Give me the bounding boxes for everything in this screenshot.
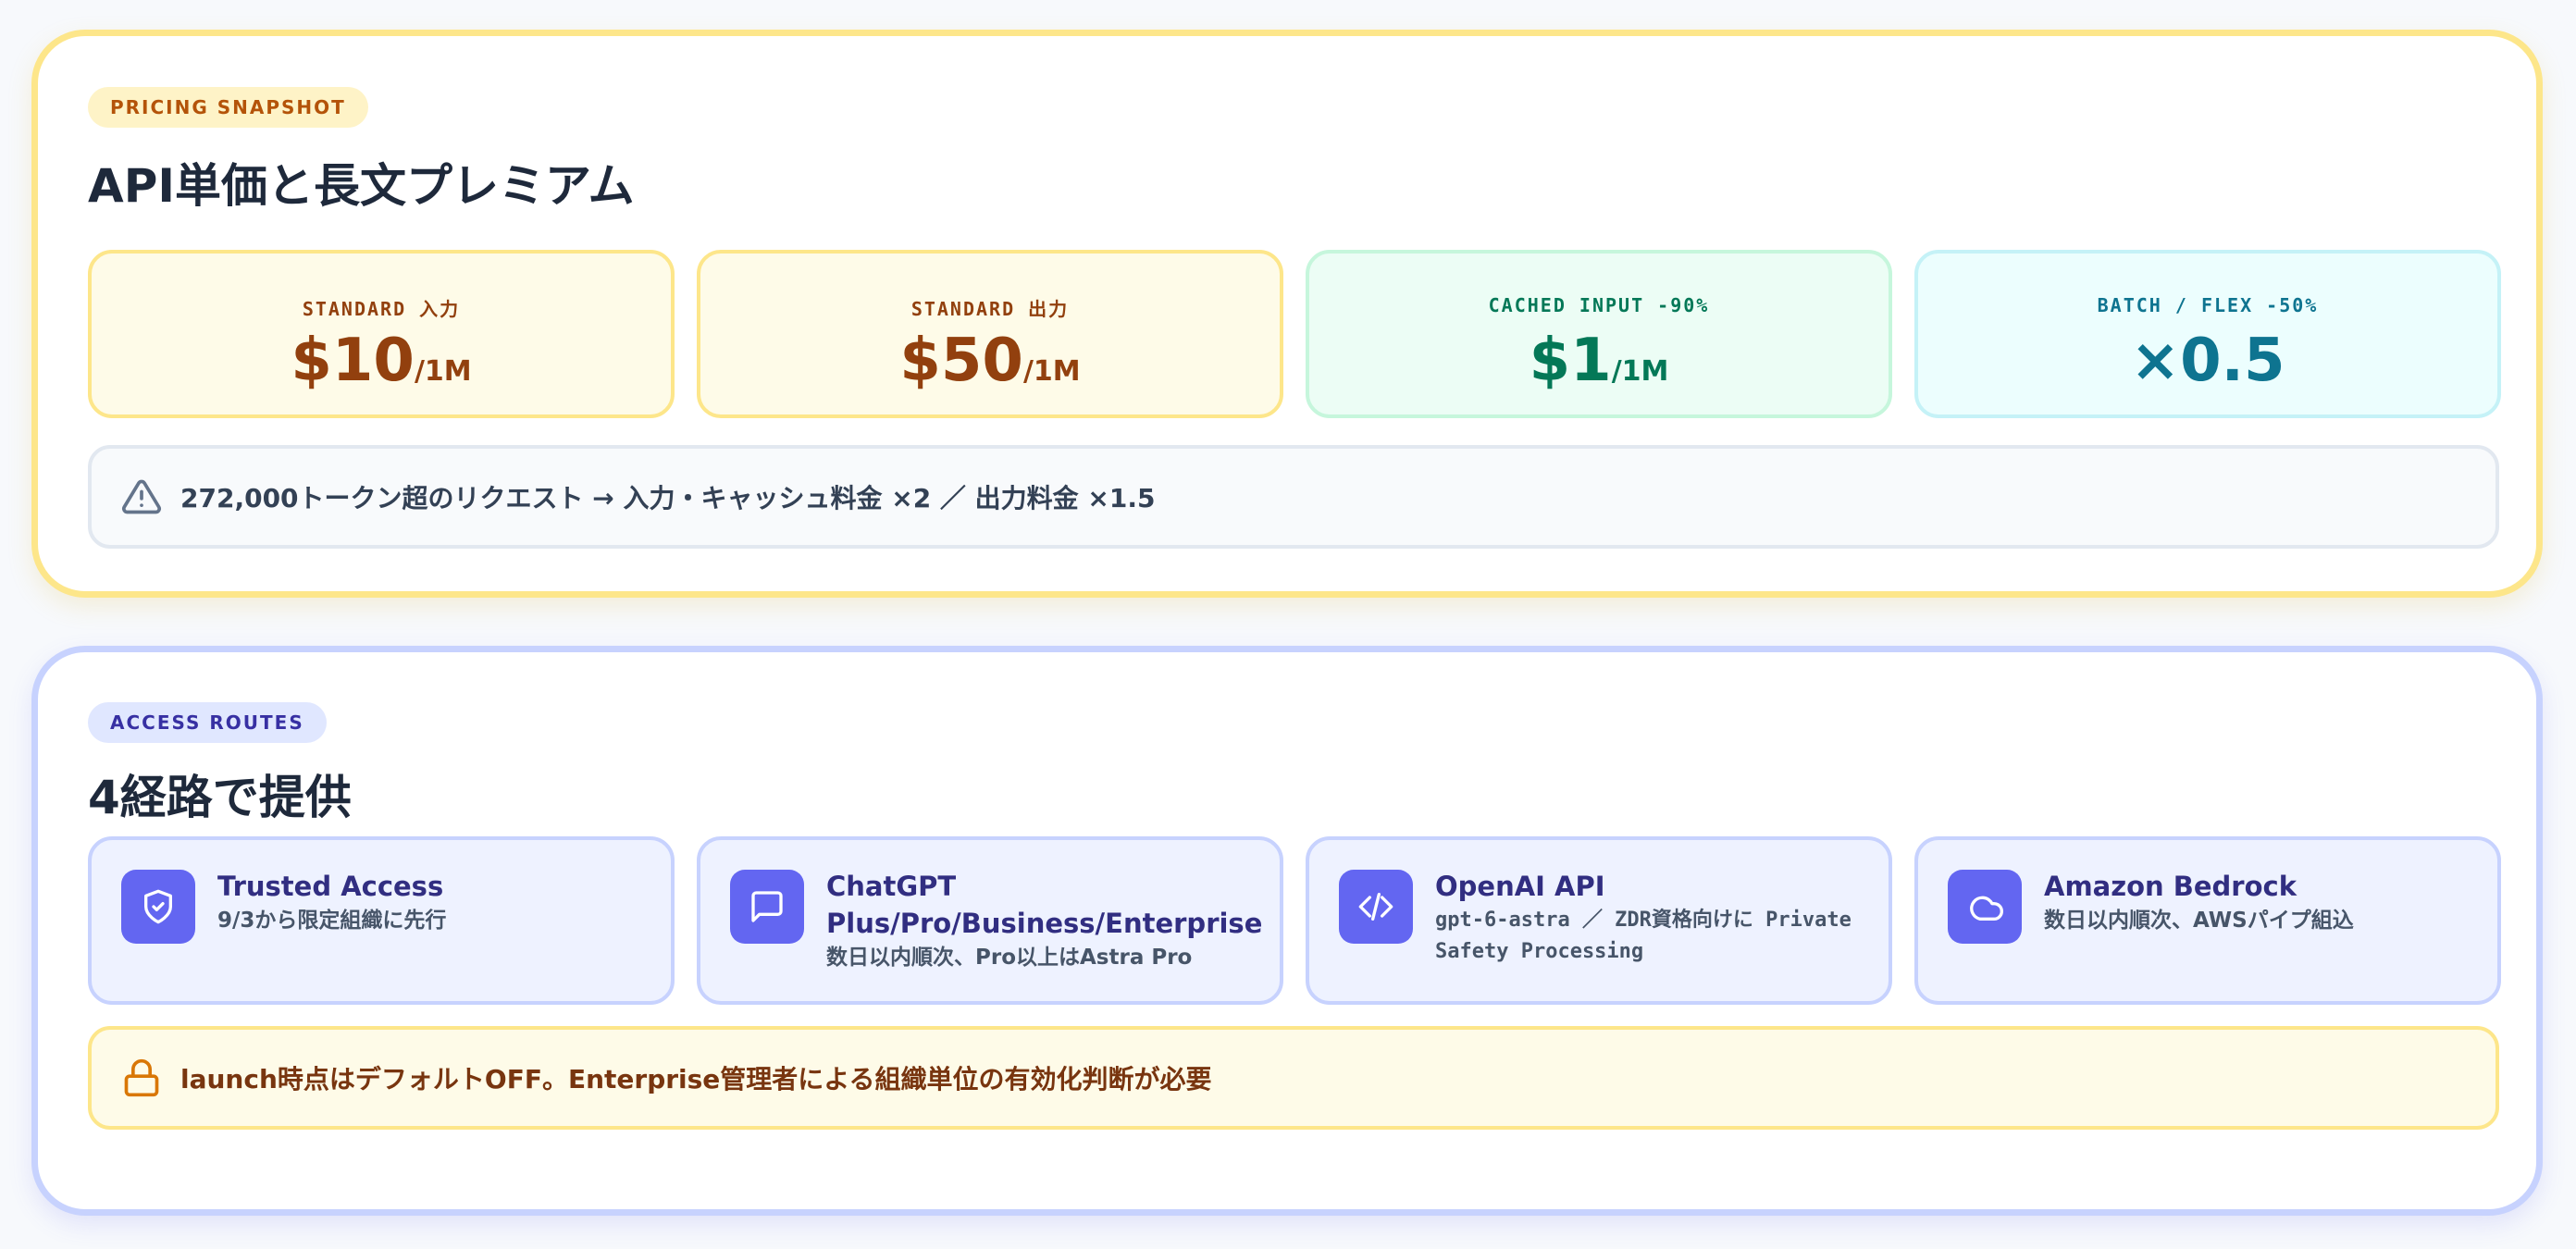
pricing-snapshot-pill: PRICING SNAPSHOT [88,87,368,128]
pricing-card: PRICING SNAPSHOT API単価と長文プレミアム STANDARD … [31,30,2543,598]
notice-text: 272,000トークン超のリクエスト → 入力・キャッシュ料金 ×2 ／ 出力料… [180,483,1156,513]
route-openai-api[interactable]: OpenAI API gpt-6-astra ／ ZDR資格向けに Privat… [1306,836,1892,1005]
price-tile-label: CACHED INPUT -90% [1488,294,1710,316]
route-subtitle: 数日以内順次、AWSパイプ組込 [2044,909,2354,933]
route-subtitle: 9/3から限定組織に先行 [217,909,447,933]
price-tile-standard-output: STANDARD 出力 $50/1M [697,250,1283,418]
price-tile-cached-input: CACHED INPUT -90% $1/1M [1306,250,1892,418]
route-subtitle: gpt-6-astra ／ ZDR資格向けに Private Safety Pr… [1435,909,1852,963]
route-title: OpenAI API [1435,871,1605,902]
cloud-icon [1948,870,2022,944]
default-off-notice: launch時点はデフォルトOFF。Enterprise管理者による組織単位の有… [88,1026,2499,1130]
access-title: 4経路で提供 [88,771,352,824]
price-tile-label: STANDARD 出力 [910,298,1070,320]
price-tile-label: STANDARD 入力 [302,298,461,320]
long-context-premium-notice: 272,000トークン超のリクエスト → 入力・キャッシュ料金 ×2 ／ 出力料… [88,445,2499,549]
access-routes-pill: ACCESS ROUTES [88,702,327,743]
price-tile-value: $50/1M [899,327,1081,395]
chat-bubble-icon [730,870,804,944]
route-title: ChatGPT Plus/Pro/Business/Enterprise [826,871,1263,939]
price-tile-value: $1/1M [1529,327,1669,395]
route-trusted-access[interactable]: Trusted Access 9/3から限定組織に先行 [88,836,675,1005]
price-tile-batch-flex: BATCH / FLEX -50% ×0.5 [1914,250,2501,418]
route-subtitle: 数日以内順次、Pro以上はAstra Pro [826,946,1193,970]
lock-icon [124,1058,159,1097]
price-tile-value: $10/1M [291,327,472,395]
route-amazon-bedrock[interactable]: Amazon Bedrock 数日以内順次、AWSパイプ組込 [1914,836,2501,1005]
price-tile-label: BATCH / FLEX -50% [2097,294,2319,316]
price-tile-standard-input: STANDARD 入力 $10/1M [88,250,675,418]
price-tile-value: ×0.5 [2130,327,2285,395]
shield-check-icon [121,870,195,944]
access-card: ACCESS ROUTES 4経路で提供 Trusted Access 9/3か… [31,646,2543,1216]
route-title: Trusted Access [217,871,444,902]
code-icon [1339,870,1413,944]
route-chatgpt[interactable]: ChatGPT Plus/Pro/Business/Enterprise 数日以… [697,836,1283,1005]
notice-text: launch時点はデフォルトOFF。Enterprise管理者による組織単位の有… [180,1064,1212,1094]
route-title: Amazon Bedrock [2044,871,2297,902]
warning-triangle-icon [122,479,161,514]
pricing-title: API単価と長文プレミアム [88,159,635,213]
